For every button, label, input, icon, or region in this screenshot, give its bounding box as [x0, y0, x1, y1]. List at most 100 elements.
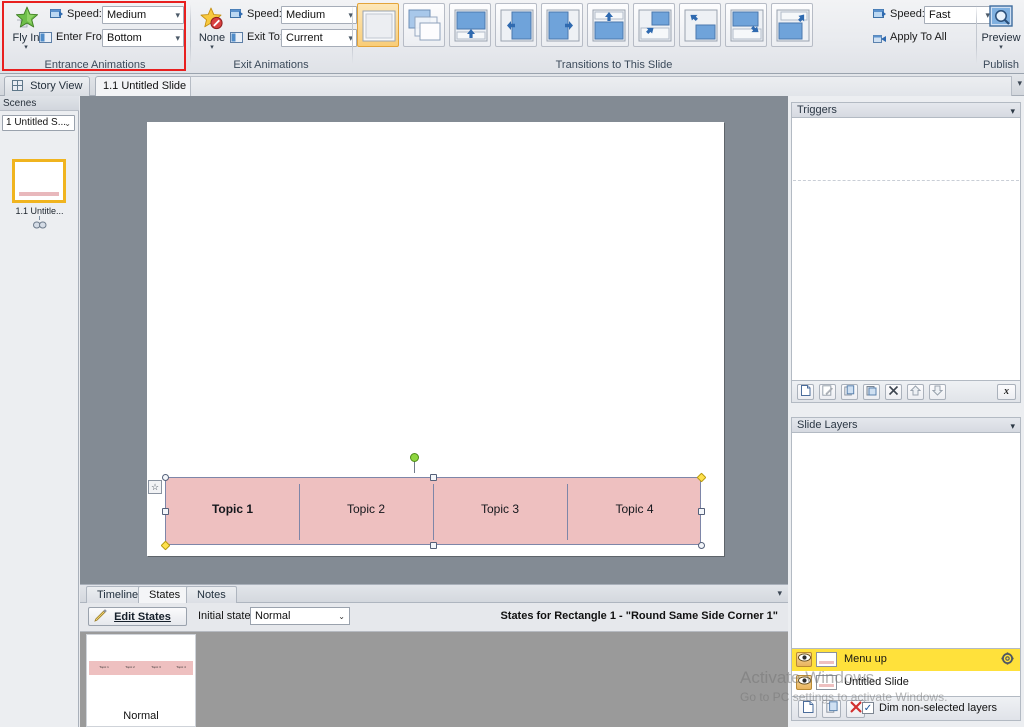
transition-none[interactable] — [357, 3, 399, 47]
eye-icon[interactable] — [796, 675, 812, 690]
shape-topic-1[interactable]: Topic 1 — [166, 502, 299, 516]
resize-handle-bottom-right[interactable] — [698, 542, 705, 549]
pencil-icon — [94, 609, 107, 628]
apply-to-all-row[interactable]: Apply To All — [873, 28, 983, 48]
entrance-enter-from-combo[interactable]: Bottom ▾ — [102, 29, 184, 47]
resize-handle-top-center[interactable] — [430, 474, 437, 481]
transitions-group-label: Transitions to This Slide — [555, 59, 673, 71]
scene-selector[interactable]: 1 Untitled S... ⌄ — [2, 115, 75, 131]
shape-topic-4[interactable]: Topic 4 — [567, 502, 702, 516]
slide-layers-toolbar: ✓ Dim non-selected layers — [791, 697, 1021, 721]
entrance-speed-combo[interactable]: Medium ▾ — [102, 6, 184, 24]
chevron-down-icon[interactable]: ▾ — [1010, 103, 1015, 119]
tab-notes[interactable]: Notes — [186, 586, 237, 603]
triggers-toolbar: x — [791, 381, 1021, 403]
preview-magnifier-icon — [987, 5, 1015, 31]
chevron-down-icon[interactable]: ▾ — [1017, 78, 1022, 89]
preview-button[interactable]: Preview ▾ — [981, 2, 1021, 51]
tab-states[interactable]: States — [138, 586, 192, 603]
transition-push-down[interactable] — [449, 3, 491, 47]
state-card-normal[interactable]: Topic 1 Topic 2 Topic 3 Topic 4 Normal — [86, 634, 196, 727]
state-card-caption: Normal — [123, 710, 159, 722]
storyline-window: Fly In ▾ Speed: Medium ▾ Enter From: Bot… — [0, 0, 1024, 727]
state-mini-topic-4: Topic 4 — [176, 665, 186, 669]
layer-row-untitled-slide[interactable]: Untitled Slide — [792, 672, 1020, 694]
initial-state-value: Normal — [255, 610, 291, 622]
slide-thumbnail-shape — [19, 192, 59, 196]
chevron-down-icon[interactable]: ▾ — [1010, 418, 1015, 434]
animation-star-icon[interactable]: ☆ — [148, 480, 162, 494]
tab-strip-filler — [190, 76, 1012, 96]
transition-wipe-right[interactable] — [541, 3, 583, 47]
transition-split-in[interactable] — [679, 3, 721, 47]
exit-animation-button[interactable]: None ▾ — [192, 3, 232, 51]
tab-story-view-label: Story View — [30, 80, 83, 92]
rotation-handle[interactable] — [410, 453, 419, 462]
new-layer-icon[interactable] — [798, 700, 817, 718]
dim-non-selected-checkbox[interactable]: ✓ — [862, 702, 874, 714]
slide-layers-list[interactable]: Menu up Untitled Slide — [791, 649, 1021, 697]
new-trigger-icon[interactable] — [797, 384, 814, 400]
slide-canvas-area[interactable]: Topic 1 Topic 2 Topic 3 Topic 4 ☆ — [80, 96, 788, 584]
slide-layers-panel-body[interactable] — [791, 433, 1021, 649]
initial-state-label: Initial state: — [198, 610, 254, 622]
ribbon-divider — [976, 4, 977, 64]
move-down-icon[interactable] — [929, 384, 946, 400]
edit-trigger-icon[interactable] — [819, 384, 836, 400]
resize-handle-middle-right[interactable] — [698, 508, 705, 515]
exit-speed-combo[interactable]: Medium ▾ — [281, 6, 357, 24]
exit-animation-label: None — [198, 32, 226, 44]
initial-state-combo[interactable]: Normal ⌄ — [250, 607, 350, 625]
move-up-icon[interactable] — [907, 384, 924, 400]
transition-speed-value: Fast — [929, 9, 951, 21]
triggers-panel-header[interactable]: Triggers ▾ — [791, 102, 1021, 118]
delete-trigger-icon[interactable] — [885, 384, 902, 400]
apply-to-all-label: Apply To All — [890, 31, 947, 43]
layer-row-menu-up[interactable]: Menu up — [792, 649, 1020, 671]
transition-shrink-down[interactable] — [725, 3, 767, 47]
gear-icon[interactable] — [1001, 652, 1014, 669]
link-icon — [32, 220, 47, 232]
exit-animation-caret[interactable]: ▾ — [192, 44, 232, 51]
preview-caret[interactable]: ▾ — [981, 44, 1021, 51]
tab-story-view[interactable]: Story View — [4, 76, 91, 96]
transition-fade[interactable] — [403, 3, 445, 47]
copy-trigger-icon[interactable] — [841, 384, 858, 400]
duplicate-layer-icon[interactable] — [822, 700, 841, 718]
collapse-panel-caret[interactable]: ▾ — [777, 588, 782, 599]
bottom-panel-tabs: Timeline States Notes ▾ — [80, 585, 788, 603]
variable-x-icon[interactable]: x — [997, 384, 1016, 400]
resize-handle-middle-left[interactable] — [162, 508, 169, 515]
scenes-panel-title: Scenes — [0, 96, 79, 111]
slide-surface[interactable]: Topic 1 Topic 2 Topic 3 Topic 4 ☆ — [147, 122, 724, 556]
edit-states-button[interactable]: Edit States — [88, 607, 187, 626]
resize-handle-top-left[interactable] — [162, 474, 169, 481]
state-mini-topic-3: Topic 3 — [151, 665, 161, 669]
transition-grow-out[interactable] — [771, 3, 813, 47]
chevron-down-icon[interactable]: ▾ — [175, 30, 180, 47]
chevron-down-icon[interactable]: ⌄ — [64, 116, 71, 131]
slide-layers-panel-header[interactable]: Slide Layers ▾ — [791, 417, 1021, 433]
transition-wipe-left[interactable] — [495, 3, 537, 47]
apply-all-icon — [873, 31, 887, 44]
scenes-panel: Scenes 1 Untitled S... ⌄ 1.1 Untitle... — [0, 96, 79, 727]
chevron-down-icon[interactable]: ⌄ — [338, 608, 345, 625]
exit-to-combo[interactable]: Current ▾ — [281, 29, 357, 47]
slide-link-indicator — [0, 216, 79, 232]
transition-cover-up[interactable] — [587, 3, 629, 47]
slide-thumbnail[interactable] — [12, 159, 66, 203]
shape-topic-3[interactable]: Topic 3 — [433, 502, 567, 516]
layer-name-label: Untitled Slide — [844, 676, 909, 688]
bottom-panel: Timeline States Notes ▾ Edit States Init… — [80, 584, 788, 727]
paste-trigger-icon[interactable] — [863, 384, 880, 400]
ribbon-divider — [190, 4, 191, 64]
chevron-down-icon[interactable]: ▾ — [175, 7, 180, 24]
eye-icon[interactable] — [796, 652, 812, 667]
shape-topic-2[interactable]: Topic 2 — [299, 502, 433, 516]
triggers-panel-body[interactable] — [791, 118, 1021, 381]
resize-handle-bottom-center[interactable] — [430, 542, 437, 549]
transition-zoom-in[interactable] — [633, 3, 675, 47]
transition-gallery[interactable] — [357, 3, 853, 51]
transition-speed-label: Speed: — [890, 8, 925, 20]
shape-rectangle-1[interactable]: Topic 1 Topic 2 Topic 3 Topic 4 — [165, 477, 701, 545]
